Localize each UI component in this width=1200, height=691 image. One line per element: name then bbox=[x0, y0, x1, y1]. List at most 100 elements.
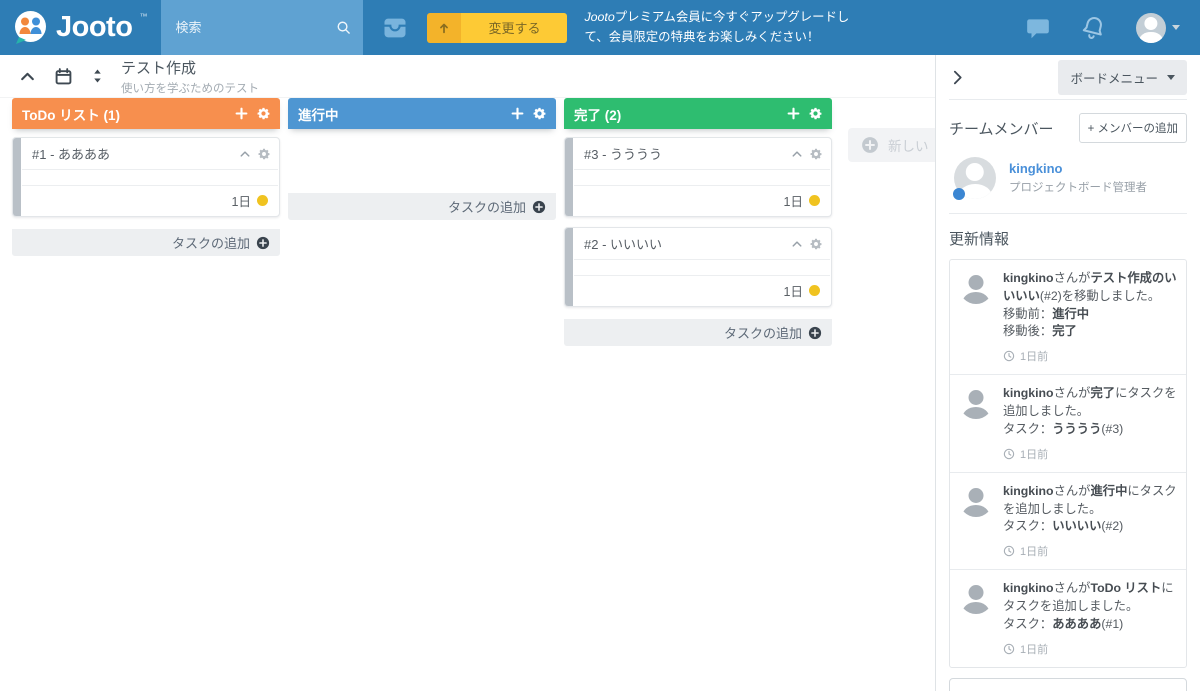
avatar bbox=[959, 580, 993, 614]
card-settings-button[interactable] bbox=[810, 238, 822, 250]
collapse-card-button[interactable] bbox=[791, 238, 803, 250]
card-title[interactable]: #2 - いいいい bbox=[584, 234, 791, 253]
add-list-button[interactable]: 新しい bbox=[848, 128, 935, 162]
clock-icon bbox=[1003, 643, 1015, 655]
card-settings-button[interactable] bbox=[810, 148, 822, 160]
card-title[interactable]: #1 - ああああ bbox=[32, 144, 239, 163]
chevron-up-icon bbox=[791, 238, 803, 250]
add-circle-icon bbox=[256, 236, 270, 250]
feed-user-name: kingkino bbox=[1003, 581, 1054, 595]
team-member-row[interactable]: kingkino プロジェクトボード管理者 bbox=[949, 157, 1187, 214]
search-icon bbox=[336, 20, 351, 35]
due-status-dot bbox=[809, 285, 820, 296]
member-name-link[interactable]: kingkino bbox=[1009, 161, 1147, 176]
caret-down-icon bbox=[1172, 25, 1180, 30]
avatar bbox=[959, 483, 993, 517]
card-drag-handle[interactable] bbox=[13, 138, 21, 216]
list-title: 完了 (2) bbox=[574, 104, 621, 124]
feed-timestamp: 1日前 bbox=[1003, 446, 1177, 462]
task-card[interactable]: #1 - ああああ bbox=[12, 137, 280, 217]
clock-icon bbox=[1003, 545, 1015, 557]
calendar-icon bbox=[55, 68, 72, 85]
search-box[interactable] bbox=[161, 0, 363, 55]
add-task-button[interactable] bbox=[787, 107, 800, 120]
collapse-card-button[interactable] bbox=[239, 148, 251, 160]
due-label: 1日 bbox=[232, 191, 251, 210]
add-task-label: タスクの追加 bbox=[724, 323, 802, 342]
messages-button[interactable] bbox=[1025, 15, 1051, 41]
feed-timestamp: 1日前 bbox=[1003, 641, 1177, 657]
add-task-button[interactable] bbox=[511, 107, 524, 120]
list-settings-button[interactable] bbox=[257, 107, 270, 120]
add-member-button[interactable]: + メンバーの追加 bbox=[1079, 113, 1187, 143]
promo-brand: Jooto bbox=[584, 10, 614, 24]
list-title: ToDo リスト (1) bbox=[22, 104, 120, 124]
add-icon bbox=[511, 107, 524, 120]
board-canvas: ToDo リスト (1) bbox=[0, 98, 935, 691]
calendar-view-button[interactable] bbox=[55, 68, 72, 85]
up-arrow-icon bbox=[437, 21, 451, 35]
feed-item: kingkinoさんがToDo リストにタスクを追加しました。 タスク：ああああ… bbox=[950, 569, 1186, 666]
search-input[interactable] bbox=[173, 19, 336, 36]
notifications-button[interactable] bbox=[1080, 14, 1107, 41]
board-subtitle: 使い方を学ぶためのテスト bbox=[121, 80, 259, 96]
list-header-done[interactable]: 完了 (2) bbox=[564, 98, 832, 129]
member-avatar-wrap bbox=[954, 157, 996, 199]
upgrade-button-label: 変更する bbox=[461, 13, 567, 43]
caret-down-icon bbox=[1167, 75, 1175, 80]
logo-text: Jooto bbox=[56, 0, 132, 55]
collapse-icon bbox=[19, 68, 36, 85]
card-settings-button[interactable] bbox=[258, 148, 270, 160]
feed-item: kingkinoさんが完了にタスクを追加しました。 タスク：うううう(#3) 1… bbox=[950, 374, 1186, 471]
collapse-card-button[interactable] bbox=[791, 148, 803, 160]
chevron-right-icon bbox=[949, 69, 966, 86]
chevron-up-icon bbox=[239, 148, 251, 160]
card-drag-handle[interactable] bbox=[565, 138, 573, 216]
board-header: テスト作成 使い方を学ぶためのテスト bbox=[0, 55, 935, 98]
feed-user-name: kingkino bbox=[1003, 271, 1054, 285]
chat-icon bbox=[1025, 15, 1051, 41]
sort-button[interactable] bbox=[91, 68, 104, 84]
list-settings-button[interactable] bbox=[533, 107, 546, 120]
add-icon bbox=[235, 107, 248, 120]
add-task-footer[interactable]: タスクの追加 bbox=[12, 229, 280, 256]
list-header-in-progress[interactable]: 進行中 bbox=[288, 98, 556, 129]
activity-feed-heading: 更新情報 bbox=[949, 228, 1187, 249]
list-settings-button[interactable] bbox=[809, 107, 822, 120]
archive-button[interactable] bbox=[380, 14, 410, 42]
clock-icon bbox=[1003, 350, 1015, 362]
jooto-logo[interactable]: Jooto ™ bbox=[0, 0, 159, 55]
add-task-footer[interactable]: タスクの追加 bbox=[564, 319, 832, 346]
gear-icon bbox=[810, 238, 822, 250]
show-all-updates-button[interactable]: すべての更新情報を表示 bbox=[949, 678, 1187, 691]
online-status-dot bbox=[953, 188, 965, 200]
feed-text: kingkinoさんが進行中にタスクを追加しました。 タスク：いいいい(#2) bbox=[1003, 483, 1177, 536]
feed-timestamp: 1日前 bbox=[1003, 543, 1177, 559]
feed-user-name: kingkino bbox=[1003, 484, 1054, 498]
right-sidebar: ボードメニュー チームメンバー + メンバーの追加 kingkino プロジェク… bbox=[935, 55, 1200, 691]
card-drag-handle[interactable] bbox=[565, 228, 573, 306]
avatar bbox=[1136, 13, 1166, 43]
bell-icon bbox=[1077, 11, 1110, 44]
account-menu-button[interactable] bbox=[1136, 13, 1180, 43]
gear-icon bbox=[809, 107, 822, 120]
add-circle-icon bbox=[532, 200, 546, 214]
add-task-button[interactable] bbox=[235, 107, 248, 120]
feed-text: kingkinoさんがテスト作成のいいいい(#2)を移動しました。 移動前：進行… bbox=[1003, 270, 1177, 341]
jooto-logo-icon bbox=[12, 9, 49, 46]
board-menu-button[interactable]: ボードメニュー bbox=[1058, 60, 1187, 95]
add-task-label: タスクの追加 bbox=[448, 197, 526, 216]
upgrade-button[interactable]: 変更する bbox=[427, 13, 567, 43]
collapse-board-header-button[interactable] bbox=[19, 68, 36, 85]
card-title[interactable]: #3 - うううう bbox=[584, 144, 791, 163]
task-card[interactable]: #2 - いいいい bbox=[564, 227, 832, 307]
sort-icon bbox=[91, 68, 104, 84]
add-task-footer[interactable]: タスクの追加 bbox=[288, 193, 556, 220]
topbar-right-actions bbox=[1025, 13, 1200, 43]
list-todo: ToDo リスト (1) bbox=[12, 98, 280, 256]
collapse-sidebar-button[interactable] bbox=[949, 69, 966, 86]
gear-icon bbox=[533, 107, 546, 120]
task-card[interactable]: #3 - うううう bbox=[564, 137, 832, 217]
list-header-todo[interactable]: ToDo リスト (1) bbox=[12, 98, 280, 129]
add-icon bbox=[787, 107, 800, 120]
